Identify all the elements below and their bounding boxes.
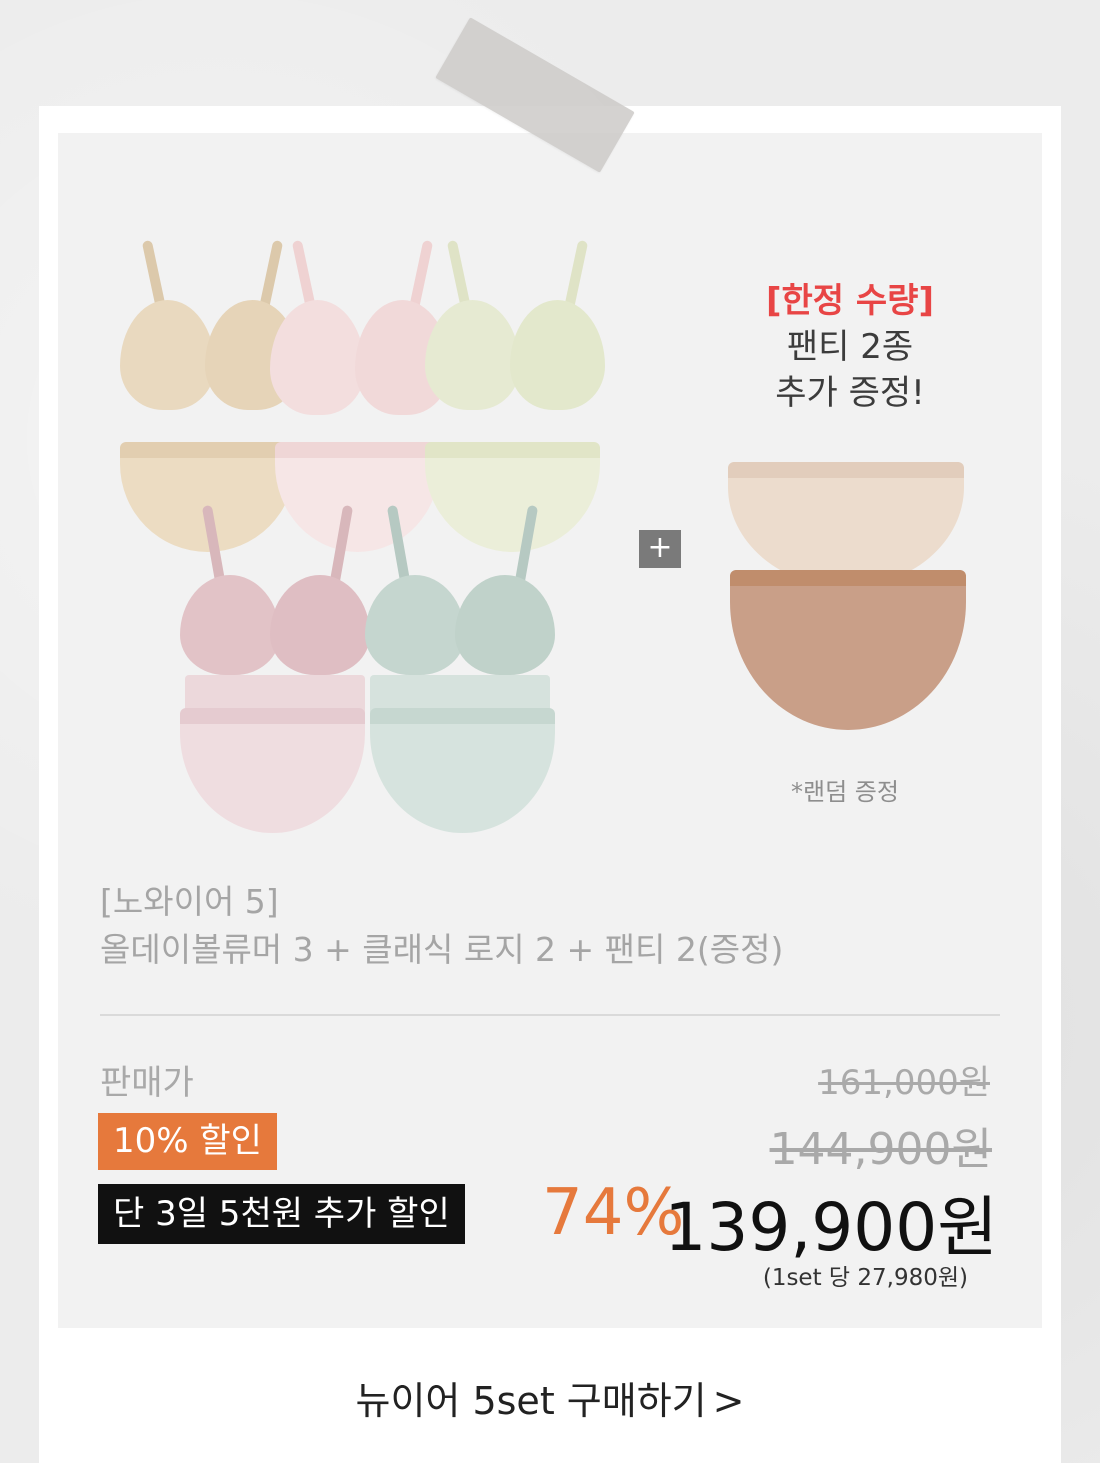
buy-5set-button[interactable]: 뉴이어 5set 구매하기 > <box>0 1370 1100 1425</box>
product-set-image <box>60 100 605 833</box>
gift-line1: 팬티 2종 <box>786 327 914 367</box>
panty-lace-pink <box>180 708 365 833</box>
discount-badge: 10% 할인 <box>98 1113 277 1170</box>
panty-lace-green <box>370 708 555 833</box>
discount-percent: 74% <box>542 1176 685 1250</box>
final-price: 139,900원 <box>664 1189 998 1266</box>
chevron-right-icon: > <box>712 1379 745 1423</box>
discounted-price: 144,900원 <box>769 1124 992 1175</box>
plus-icon: + <box>639 530 681 568</box>
product-title-line2: 올데이볼류머 3 + 클래식 로지 2 + 팬티 2(증정) <box>100 930 784 969</box>
gift-panty-tan <box>730 570 966 730</box>
product-title: [노와이어 5] 올데이볼류머 3 + 클래식 로지 2 + 팬티 2(증정) <box>100 878 783 974</box>
gift-line2: 추가 증정! <box>775 373 925 413</box>
extra-discount-badge: 단 3일 5천원 추가 할인 <box>98 1184 465 1244</box>
limited-quantity-label: [한정 수량] <box>765 281 935 321</box>
random-gift-note: *랜덤 증정 <box>791 778 899 806</box>
original-price: 161,000원 <box>818 1063 990 1103</box>
sale-price-label: 판매가 <box>100 1063 194 1103</box>
gift-panty-light <box>728 462 964 587</box>
bra-green <box>425 239 605 420</box>
bra-lace-pink <box>180 504 370 720</box>
divider <box>100 1014 1000 1016</box>
per-set-price: (1set 당 27,980원) <box>762 1265 968 1291</box>
bra-pink <box>270 239 450 425</box>
gift-headline: [한정 수량] 팬티 2종 추가 증정! <box>700 278 1000 416</box>
product-title-line1: [노와이어 5] <box>100 882 279 921</box>
buy-button-label: 뉴이어 5set 구매하기 <box>355 1379 707 1423</box>
bra-lace-green <box>365 504 555 720</box>
